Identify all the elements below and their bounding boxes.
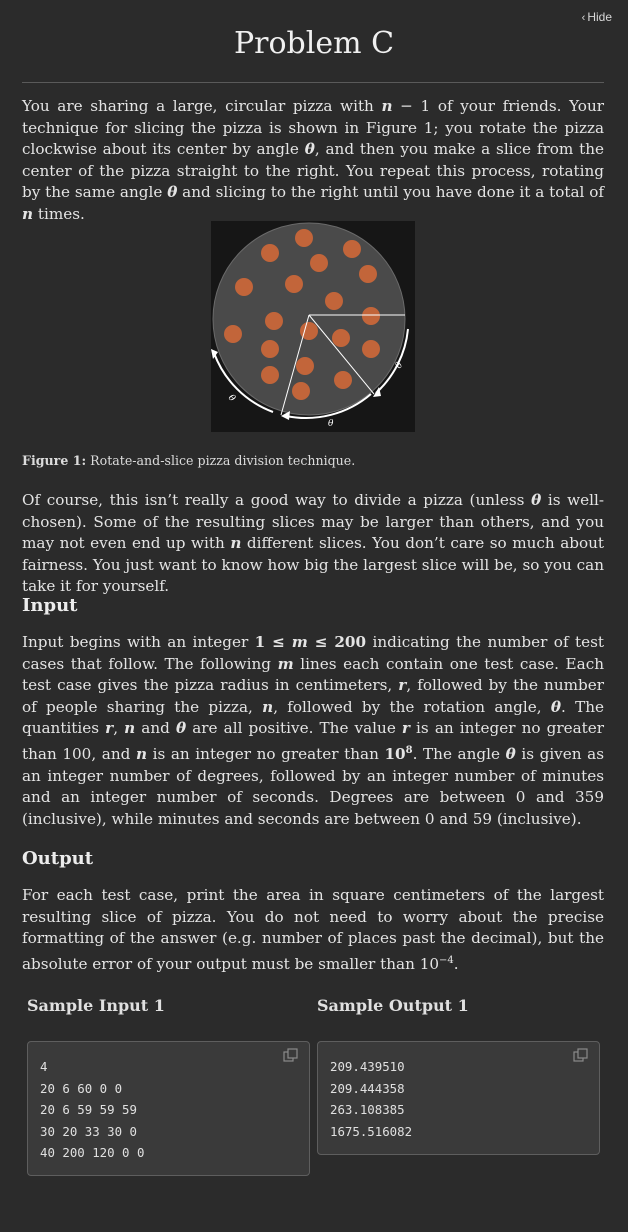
caption-label: Figure 1: xyxy=(22,453,87,468)
pepperoni xyxy=(334,371,352,389)
caption-text: Rotate-and-slice pizza division techniqu… xyxy=(86,453,356,468)
pepperoni xyxy=(292,382,310,400)
title-divider xyxy=(22,82,604,83)
hide-label: Hide xyxy=(587,10,612,24)
pepperoni xyxy=(261,244,279,262)
sample-output-label: Sample Output 1 xyxy=(317,996,469,1015)
problem-title: Problem C xyxy=(233,26,395,61)
pepperoni xyxy=(343,240,361,258)
output-description: For each test case, print the area in sq… xyxy=(22,886,604,973)
pepperoni xyxy=(296,357,314,375)
pepperoni xyxy=(362,307,380,325)
pepperoni xyxy=(235,278,253,296)
sample-input-text: 4 20 6 60 0 0 20 6 59 59 59 30 20 33 30 … xyxy=(40,1059,145,1161)
sample-input-label: Sample Input 1 xyxy=(27,996,165,1015)
sample-output-box: 209.439510 209.444358 263.108385 1675.51… xyxy=(317,1041,600,1155)
sample-input-box: 4 20 6 60 0 0 20 6 59 59 59 30 20 33 30 … xyxy=(27,1041,310,1176)
pepperoni xyxy=(265,312,283,330)
input-description: Input begins with an integer 1 ≤ m ≤ 200… xyxy=(22,633,605,828)
copy-icon[interactable] xyxy=(573,1048,589,1062)
theta-label: θ xyxy=(226,393,237,404)
pepperoni xyxy=(261,366,279,384)
pizza-diagram: θ θ θ xyxy=(211,222,409,429)
pepperoni xyxy=(295,229,313,247)
chevron-left-icon: ‹ xyxy=(581,12,586,24)
hide-link[interactable]: ‹ Hide xyxy=(582,10,612,24)
pepperoni xyxy=(325,292,343,310)
arrow-head xyxy=(211,349,218,359)
pepperoni xyxy=(359,265,377,283)
pepperoni xyxy=(332,329,350,347)
pepperoni xyxy=(224,325,242,343)
pepperoni xyxy=(261,340,279,358)
sample-output-text: 209.439510 209.444358 263.108385 1675.51… xyxy=(330,1059,413,1139)
theta-label: θ xyxy=(328,419,334,429)
pepperoni xyxy=(310,254,328,272)
output-heading: Output xyxy=(22,848,94,869)
copy-icon[interactable] xyxy=(283,1048,299,1062)
input-heading: Input xyxy=(22,595,78,616)
figure-caption: Figure 1: Rotate-and-slice pizza divisio… xyxy=(22,453,355,468)
pizza-figure: θ θ θ xyxy=(211,221,415,432)
fairness-paragraph: Of course, this isn’t really a good way … xyxy=(22,491,604,596)
pepperoni xyxy=(285,275,303,293)
pepperoni xyxy=(362,340,380,358)
intro-paragraph: You are sharing a large, circular pizza … xyxy=(22,97,604,223)
